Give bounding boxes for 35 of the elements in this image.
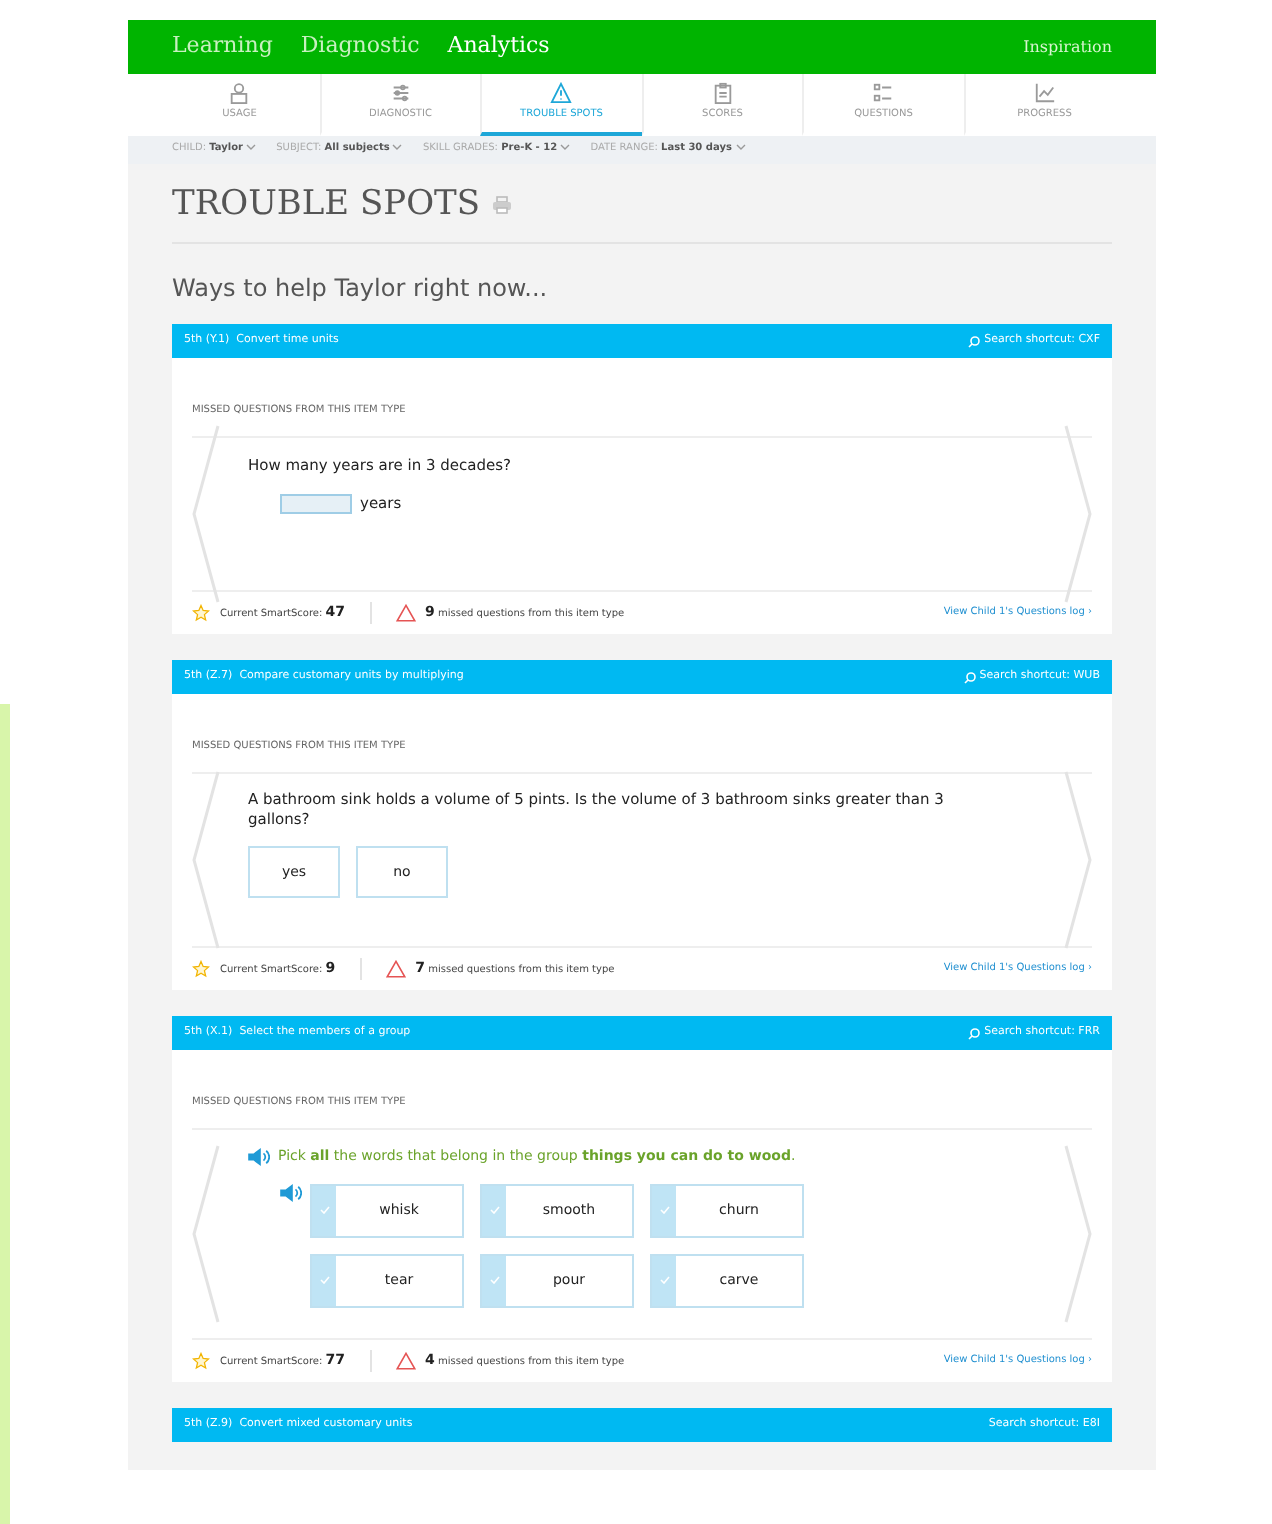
answer-field[interactable]	[280, 493, 352, 514]
star-icon	[192, 1352, 210, 1370]
search-icon	[968, 1027, 981, 1039]
sliders-icon	[389, 82, 412, 105]
line-chart-icon	[1033, 82, 1056, 105]
warning-icon	[395, 1352, 416, 1370]
check-icon	[319, 1206, 329, 1214]
nav-link[interactable]: Diagnostic	[300, 30, 420, 64]
speaker-icon[interactable]	[248, 1147, 270, 1166]
nav-link[interactable]: Analytics	[447, 30, 550, 64]
warning-icon	[385, 960, 406, 978]
caret-icon	[392, 144, 403, 151]
search-icon	[963, 671, 976, 683]
inspiration-link[interactable]: Inspiration	[1023, 35, 1112, 59]
check-icon	[659, 1276, 669, 1284]
check-icon	[659, 1206, 669, 1214]
warning-icon	[395, 604, 416, 622]
star-icon	[192, 604, 210, 622]
warning-icon	[550, 82, 573, 105]
check-icon	[489, 1276, 499, 1284]
check-icon	[319, 1276, 329, 1284]
caret-icon	[560, 144, 571, 151]
clipboard-icon	[711, 82, 734, 105]
nav-link[interactable]: Learning	[172, 30, 273, 64]
printer-icon[interactable]	[492, 196, 513, 214]
check-icon	[489, 1206, 499, 1214]
search-icon	[968, 335, 981, 347]
list-icon	[872, 82, 895, 105]
caret-icon	[735, 144, 746, 151]
section-heading: Ways to help Taylor right now...	[172, 272, 550, 306]
speaker-icon[interactable]	[280, 1183, 302, 1201]
star-icon	[192, 960, 210, 978]
page-title: TROUBLE SPOTS	[172, 188, 481, 222]
person-icon	[228, 82, 251, 105]
caret-icon	[246, 144, 257, 151]
